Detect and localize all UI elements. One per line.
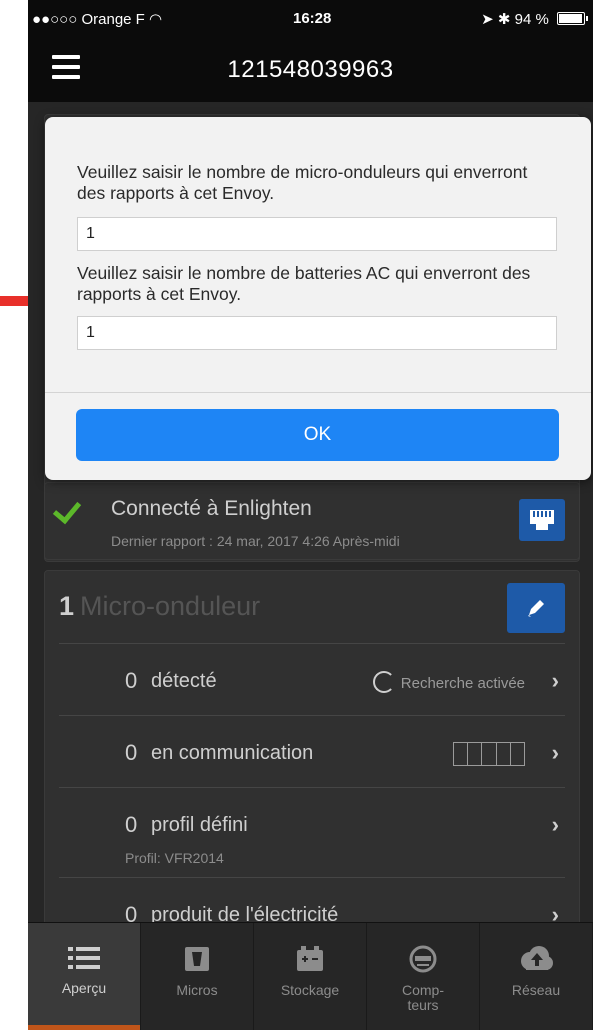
- microinverter-heading: 1 Micro-onduleur: [59, 591, 260, 622]
- edit-button[interactable]: [507, 583, 565, 633]
- dialog-divider: [45, 392, 591, 393]
- battery-count-input[interactable]: [77, 316, 557, 350]
- last-report-text: Dernier rapport : 24 mar, 2017 4:26 Aprè…: [111, 533, 400, 549]
- status-bar: ●●○○○ Orange F ◠ 16:28 ➤ ✱ 94 %: [28, 0, 593, 40]
- tab-micros[interactable]: Micros: [141, 923, 254, 1030]
- list-icon: [68, 947, 100, 969]
- carrier-label: ●●○○○ Orange F ◠: [32, 10, 162, 28]
- cloud-upload-icon: [521, 946, 553, 970]
- location-arrow-icon: ➤: [481, 11, 494, 28]
- carrier-text: ●●○○○ Orange F: [32, 11, 145, 28]
- row-detected[interactable]: 0 détecté Recherche activée ›: [59, 643, 565, 716]
- battery-count-label: Veuillez saisir le nombre de batteries A…: [77, 263, 531, 304]
- chevron-right-icon: ›: [551, 740, 559, 765]
- search-status-text: Recherche activée: [400, 675, 525, 692]
- signal-bars-icon: [453, 742, 525, 766]
- profile-count: 0: [125, 812, 138, 837]
- microinverter-count: 1: [59, 591, 75, 621]
- wifi-icon: ◠: [149, 11, 163, 28]
- search-status: Recherche activée: [372, 671, 525, 693]
- tab-apercu-label: Aperçu: [61, 980, 107, 996]
- communicating-label: en communication: [151, 742, 314, 764]
- tab-reseau[interactable]: Réseau: [480, 923, 593, 1030]
- connection-status-card: Connecté à Enlighten Dernier rapport : 2…: [44, 482, 580, 560]
- micro-count-input[interactable]: [77, 217, 557, 251]
- communicating-count: 0: [125, 740, 138, 765]
- micro-count-label: Veuillez saisir le nombre de micro-ondul…: [77, 162, 528, 203]
- meter-icon: [409, 945, 437, 973]
- phone-screen: ●●○○○ Orange F ◠ 16:28 ➤ ✱ 94 % 12154803…: [28, 0, 593, 1030]
- tab-compteurs[interactable]: Comp- teurs: [367, 923, 480, 1030]
- battery-percent: 94 %: [514, 11, 549, 28]
- page-title: 121548039963: [227, 56, 394, 83]
- tab-apercu[interactable]: Aperçu: [28, 923, 141, 1030]
- status-right: ➤ ✱ 94 %: [481, 10, 588, 28]
- profile-sub: Profil: VFR2014: [125, 850, 224, 866]
- nav-bar: 121548039963: [28, 40, 593, 102]
- battery-icon: [557, 12, 588, 25]
- check-icon: [52, 494, 82, 525]
- row-communicating[interactable]: 0 en communication ›: [59, 715, 565, 788]
- tab-stockage[interactable]: Stockage: [254, 923, 367, 1030]
- ethernet-button[interactable]: [519, 499, 565, 541]
- inverter-count-dialog: Veuillez saisir le nombre de micro-ondul…: [45, 117, 591, 480]
- spinner-icon: [372, 671, 395, 693]
- pencil-icon: [528, 600, 544, 617]
- profile-label: profil défini: [151, 814, 248, 836]
- tab-reseau-label: Réseau: [511, 982, 561, 998]
- tab-micros-label: Micros: [176, 982, 218, 998]
- row-profile[interactable]: 0 profil défini Profil: VFR2014 ›: [59, 787, 565, 878]
- clock: 16:28: [293, 10, 332, 27]
- tab-bar: Aperçu Micros Stockage Comp- teurs Résea…: [28, 922, 593, 1030]
- detected-label: détecté: [151, 670, 217, 692]
- detected-count: 0: [125, 668, 138, 693]
- microinverter-title: Micro-onduleur: [80, 591, 261, 621]
- chevron-right-icon: ›: [551, 812, 559, 837]
- connection-title: Connecté à Enlighten: [111, 497, 312, 520]
- microinverter-card: 1 Micro-onduleur 0 détecté Recherche acti…: [44, 570, 580, 932]
- microinverter-icon: [185, 947, 209, 971]
- chevron-right-icon: ›: [551, 668, 559, 693]
- bluetooth-icon: ✱: [497, 11, 511, 28]
- tab-compteurs-label: Comp- teurs: [401, 982, 444, 1013]
- battery-storage-icon: [297, 946, 323, 971]
- ethernet-icon: [530, 510, 554, 530]
- ok-button[interactable]: OK: [76, 409, 559, 461]
- tab-stockage-label: Stockage: [280, 982, 340, 998]
